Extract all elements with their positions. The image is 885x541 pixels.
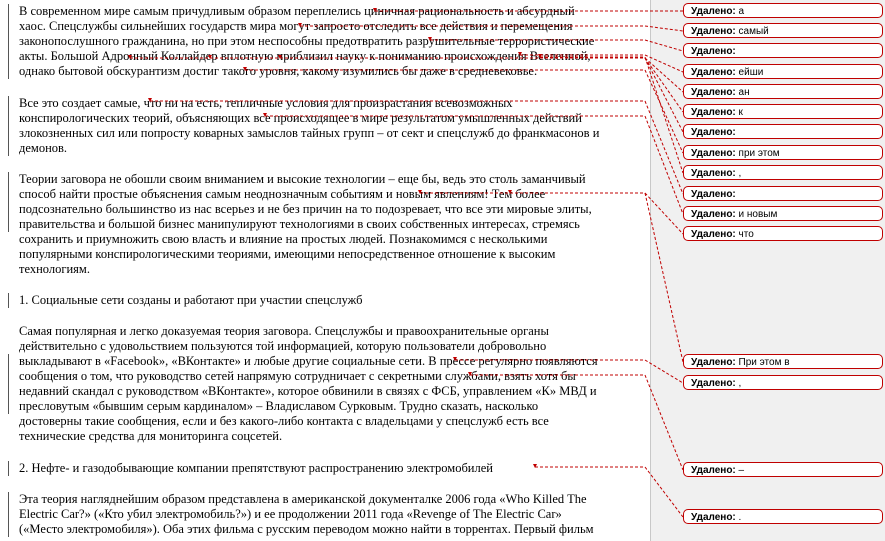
balloon-label: Удалено: (691, 189, 736, 200)
balloon-label: Удалено: (691, 127, 736, 138)
balloon-deleted-text: при этом (738, 148, 780, 159)
balloon-deleted-text: . (738, 512, 742, 523)
balloon-deleted-text: – (738, 465, 745, 476)
section-heading[interactable]: 2. Нефте- и газодобывающие компании преп… (19, 461, 493, 476)
change-bar (8, 4, 9, 79)
revision-balloon-pane (650, 0, 885, 541)
document-text-line[interactable]: Все это создает самые, что ни на есть, т… (19, 96, 513, 111)
document-text-line[interactable]: сообщения о том, что руководство сетей н… (19, 369, 576, 384)
balloon-label: Удалено: (691, 168, 736, 179)
document-text-line[interactable]: выкладывают в «Facebook», «ВКонтакте» и … (19, 354, 598, 369)
deletion-balloon[interactable]: Удалено: При этом в (683, 354, 883, 369)
balloon-deleted-text: и новым (738, 209, 778, 220)
change-bar (8, 354, 9, 414)
deletion-balloon[interactable]: Удалено: – (683, 462, 883, 477)
document-text-line[interactable]: достоверны такие сообщения, если и без к… (19, 414, 549, 429)
balloon-label: Удалено: (691, 46, 736, 57)
balloon-deleted-text: ейши (738, 67, 764, 78)
balloon-label: Удалено: (691, 512, 736, 523)
balloon-label: Удалено: (691, 148, 736, 159)
change-bar (8, 96, 9, 156)
document-text-line[interactable]: Самая популярная и легко доказуемая теор… (19, 324, 549, 339)
balloon-label: Удалено: (691, 229, 736, 240)
balloon-deleted-text: самый (738, 26, 769, 37)
document-text-line[interactable]: злокозненных сил или попросту коварных з… (19, 126, 599, 141)
deletion-balloon[interactable]: Удалено: , (683, 375, 883, 390)
balloon-label: Удалено: (691, 6, 736, 17)
document-text-line[interactable]: сохранить и приумножить свою власть и вл… (19, 232, 547, 247)
document-text-line[interactable]: Эта теория нагляднейшим образом представ… (19, 492, 587, 507)
document-text-line[interactable]: демонов. (19, 141, 67, 156)
balloon-label: Удалено: (691, 465, 736, 476)
document-text-line[interactable]: подсознательно большинство из нас всерье… (19, 202, 592, 217)
document-text-line[interactable]: законопослушного гражданина, но при этом… (19, 34, 594, 49)
balloon-label: Удалено: (691, 209, 736, 220)
document-text-line[interactable]: недавний скандал с руководством «ВКонтак… (19, 384, 597, 399)
document-text-line[interactable]: действительно с удовольствием пользуются… (19, 339, 546, 354)
deletion-balloon[interactable]: Удалено: и новым (683, 206, 883, 221)
balloon-label: Удалено: (691, 26, 736, 37)
document-text-line[interactable]: конспирологических теорий, объясняющих в… (19, 111, 582, 126)
document-page[interactable]: В современном мире самым причудливым обр… (0, 0, 650, 541)
balloon-deleted-text: что (738, 229, 754, 240)
deletion-balloon[interactable]: Удалено: (683, 43, 883, 58)
document-text-line[interactable]: хаос. Спецслужбы сильнейших государств м… (19, 19, 572, 34)
document-text-line[interactable]: правительства и большой бизнес манипулир… (19, 217, 580, 232)
deletion-balloon[interactable]: Удалено: ан (683, 84, 883, 99)
document-text-line[interactable]: Electric Car?» («Кто убил электромобиль?… (19, 507, 562, 522)
balloon-deleted-text: , (738, 378, 742, 389)
section-heading[interactable]: 1. Социальные сети созданы и работают пр… (19, 293, 363, 308)
balloon-deleted-text: к (738, 107, 743, 118)
balloon-label: Удалено: (691, 357, 736, 368)
document-text-line[interactable]: акты. Большой Адронный Коллайдер вплотну… (19, 49, 591, 64)
balloon-label: Удалено: (691, 107, 736, 118)
balloon-deleted-text: ан (738, 87, 750, 98)
deletion-balloon[interactable]: Удалено: (683, 186, 883, 201)
document-text-line[interactable]: технологиям. (19, 262, 90, 277)
deletion-balloon[interactable]: Удалено: , (683, 165, 883, 180)
deletion-balloon[interactable]: Удалено: самый (683, 23, 883, 38)
document-text-line[interactable]: способ найти простые объяснения самым не… (19, 187, 545, 202)
document-text-line[interactable]: В современном мире самым причудливым обр… (19, 4, 575, 19)
deletion-balloon[interactable]: Удалено: ейши (683, 64, 883, 79)
document-text-line[interactable]: пресловутым «бывшим серым кардиналом» – … (19, 399, 538, 414)
balloon-label: Удалено: (691, 87, 736, 98)
document-text-line[interactable]: популярными конспирологическими теориями… (19, 247, 555, 262)
deletion-balloon[interactable]: Удалено: (683, 124, 883, 139)
deletion-balloon[interactable]: Удалено: при этом (683, 145, 883, 160)
document-text-line[interactable]: Теории заговора не обошли своим внимание… (19, 172, 586, 187)
balloon-deleted-text: , (738, 168, 742, 179)
balloon-label: Удалено: (691, 378, 736, 389)
document-text-line[interactable]: («Место электромобиля»). Оба этих фильма… (19, 522, 594, 537)
document-text-line[interactable]: однако бытовой обскурантизм достиг таког… (19, 64, 537, 79)
change-bar (8, 461, 9, 476)
deletion-balloon[interactable]: Удалено: к (683, 104, 883, 119)
balloon-deleted-text: При этом в (738, 357, 790, 368)
deletion-balloon[interactable]: Удалено: . (683, 509, 883, 524)
change-bar (8, 492, 9, 537)
deletion-balloon[interactable]: Удалено: а (683, 3, 883, 18)
deletion-balloon[interactable]: Удалено: что (683, 226, 883, 241)
balloon-label: Удалено: (691, 67, 736, 78)
document-text-line[interactable]: технические средства для мониторинга соц… (19, 429, 282, 444)
change-bar (8, 172, 9, 232)
change-bar (8, 293, 9, 308)
balloon-deleted-text: а (738, 6, 745, 17)
